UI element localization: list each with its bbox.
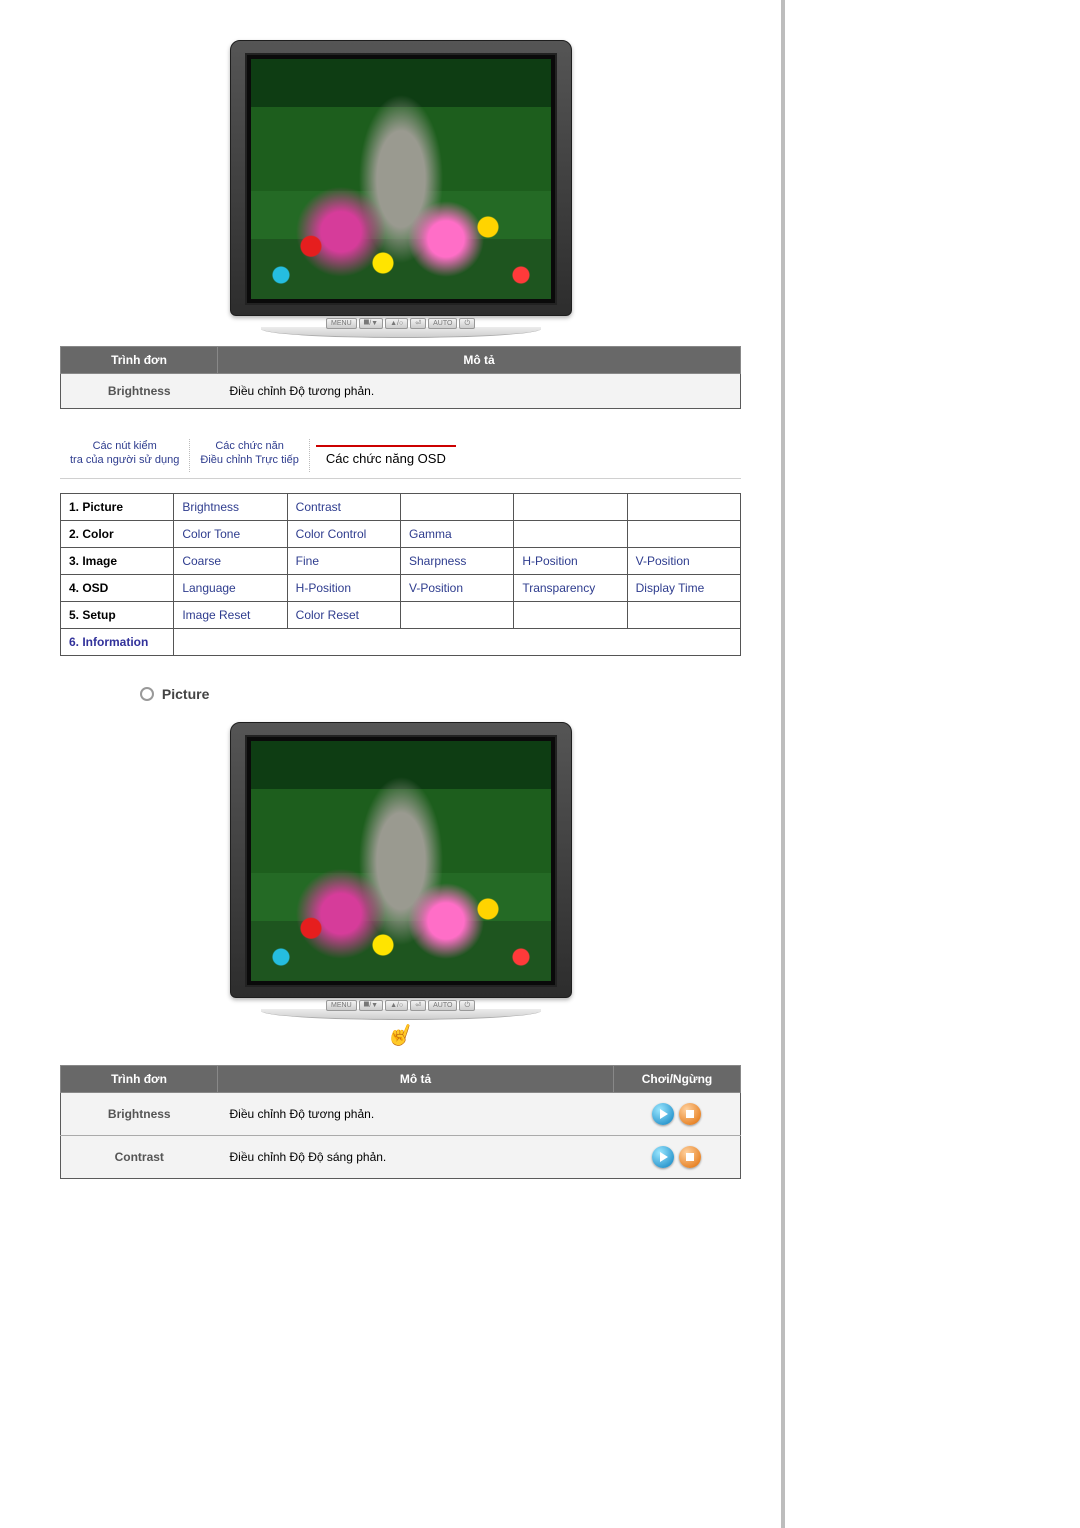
link-display-time[interactable]: Display Time	[636, 581, 705, 595]
stop-button[interactable]	[679, 1103, 701, 1125]
table-row: 1. Picture Brightness Contrast	[61, 493, 741, 520]
cat-information: 6. Information	[61, 628, 174, 655]
osd-btn: AUTO	[428, 1000, 457, 1011]
row-desc: Điều chỉnh Độ tương phản.	[218, 374, 741, 409]
col-desc: Mô tả	[218, 1065, 614, 1092]
stop-button[interactable]	[679, 1146, 701, 1168]
cat-image: 3. Image	[61, 547, 174, 574]
row-label: Brightness	[61, 374, 218, 409]
cat-setup: 5. Setup	[61, 601, 174, 628]
osd-btn: ⏎	[410, 318, 426, 329]
osd-btn: MENU	[326, 318, 357, 329]
row-label: Brightness	[61, 1092, 218, 1135]
table-row: Contrast Điều chỉnh Độ Độ sáng phản.	[61, 1135, 741, 1178]
table-row: Brightness Điều chỉnh Độ tương phản.	[61, 374, 741, 409]
bullet-icon	[140, 687, 154, 701]
cat-picture: 1. Picture	[61, 493, 174, 520]
table-row: 4. OSD Language H-Position V-Position Tr…	[61, 574, 741, 601]
cat-osd: 4. OSD	[61, 574, 174, 601]
screen-photo	[251, 741, 551, 981]
cat-color: 2. Color	[61, 520, 174, 547]
hand-pointer-icon	[387, 1022, 415, 1050]
tab-bar: Các nút kiểm tra của người sử dụng Các c…	[60, 439, 741, 479]
table-row: Brightness Điều chỉnh Độ tương phản.	[61, 1092, 741, 1135]
osd-btn: ⏻	[459, 1000, 475, 1011]
play-button[interactable]	[652, 1103, 674, 1125]
osd-btn: ⯀/▼	[359, 1000, 383, 1011]
osd-btn: ⏎	[410, 1000, 426, 1011]
osd-btn: AUTO	[428, 318, 457, 329]
link-language[interactable]: Language	[182, 581, 235, 595]
row-desc: Điều chỉnh Độ tương phản.	[218, 1092, 614, 1135]
table-row: 2. Color Color Tone Color Control Gamma	[61, 520, 741, 547]
monitor-illustration: MENU ⯀/▼ ▲/○ ⏎ AUTO ⏻	[60, 722, 741, 1053]
osd-btn: MENU	[326, 1000, 357, 1011]
link-gamma[interactable]: Gamma	[409, 527, 452, 541]
link-osd-h-position[interactable]: H-Position	[296, 581, 351, 595]
link-transparency[interactable]: Transparency	[522, 581, 595, 595]
osd-btn: ▲/○	[385, 318, 408, 329]
table-row: 3. Image Coarse Fine Sharpness H-Positio…	[61, 547, 741, 574]
row-label: Contrast	[61, 1135, 218, 1178]
monitor-illustration: MENU ⯀/▼ ▲/○ ⏎ AUTO ⏻	[60, 40, 741, 334]
link-color-reset[interactable]: Color Reset	[296, 608, 359, 622]
tab-user-controls[interactable]: Các nút kiểm tra của người sử dụng	[60, 439, 190, 472]
link-osd-v-position[interactable]: V-Position	[409, 581, 463, 595]
tab-osd-functions[interactable]: Các chức năng OSD	[316, 445, 456, 472]
col-playstop: Chơi/Ngừng	[614, 1065, 741, 1092]
link-h-position[interactable]: H-Position	[522, 554, 577, 568]
link-sharpness[interactable]: Sharpness	[409, 554, 466, 568]
picture-settings-table: Trình đơn Mô tả Chơi/Ngừng Brightness Đi…	[60, 1065, 741, 1179]
link-contrast[interactable]: Contrast	[296, 500, 341, 514]
screen-photo	[251, 59, 551, 299]
link-image-reset[interactable]: Image Reset	[182, 608, 250, 622]
osd-menu-grid: 1. Picture Brightness Contrast 2. Color …	[60, 493, 741, 656]
row-desc: Điều chỉnh Độ Độ sáng phản.	[218, 1135, 614, 1178]
brightness-table: Trình đơn Mô tả Brightness Điều chỉnh Độ…	[60, 346, 741, 409]
table-row: 6. Information	[61, 628, 741, 655]
osd-btn: ⏻	[459, 318, 475, 329]
link-color-tone[interactable]: Color Tone	[182, 527, 240, 541]
link-v-position[interactable]: V-Position	[636, 554, 690, 568]
col-desc: Mô tả	[218, 347, 741, 374]
link-brightness[interactable]: Brightness	[182, 500, 239, 514]
tab-direct-adjust[interactable]: Các chức năn Điều chỉnh Trực tiếp	[190, 439, 309, 472]
play-button[interactable]	[652, 1146, 674, 1168]
osd-btn: ▲/○	[385, 1000, 408, 1011]
table-row: 5. Setup Image Reset Color Reset	[61, 601, 741, 628]
picture-section-heading: Picture	[140, 686, 741, 702]
col-menu: Trình đơn	[61, 347, 218, 374]
link-fine[interactable]: Fine	[296, 554, 319, 568]
link-coarse[interactable]: Coarse	[182, 554, 221, 568]
osd-btn: ⯀/▼	[359, 318, 383, 329]
col-menu: Trình đơn	[61, 1065, 218, 1092]
link-color-control[interactable]: Color Control	[296, 527, 367, 541]
